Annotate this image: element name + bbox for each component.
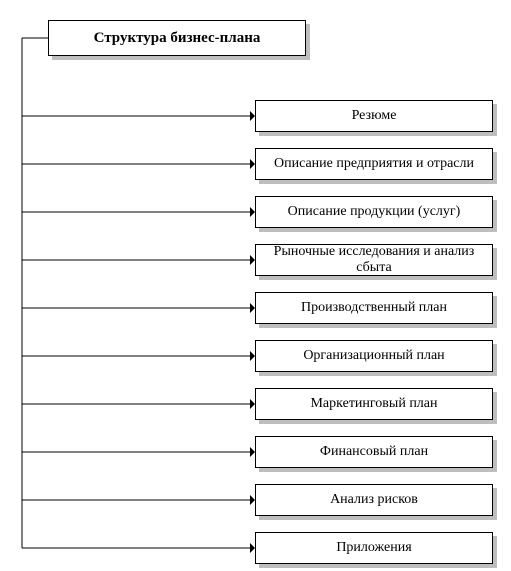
- item-box: Приложения: [255, 532, 493, 564]
- item-box: Описание предприятия и отрасли: [255, 148, 493, 180]
- item-box: Анализ рисков: [255, 484, 493, 516]
- item-box: Производственный план: [255, 292, 493, 324]
- item-box: Описание продукции (услуг): [255, 196, 493, 228]
- item-box: Маркетинговый план: [255, 388, 493, 420]
- item-box: Рыночные исследования и анализ сбыта: [255, 244, 493, 276]
- item-box: Финансовый план: [255, 436, 493, 468]
- title-box: Структура бизнес-плана: [48, 20, 306, 56]
- item-box: Резюме: [255, 100, 493, 132]
- item-box: Организационный план: [255, 340, 493, 372]
